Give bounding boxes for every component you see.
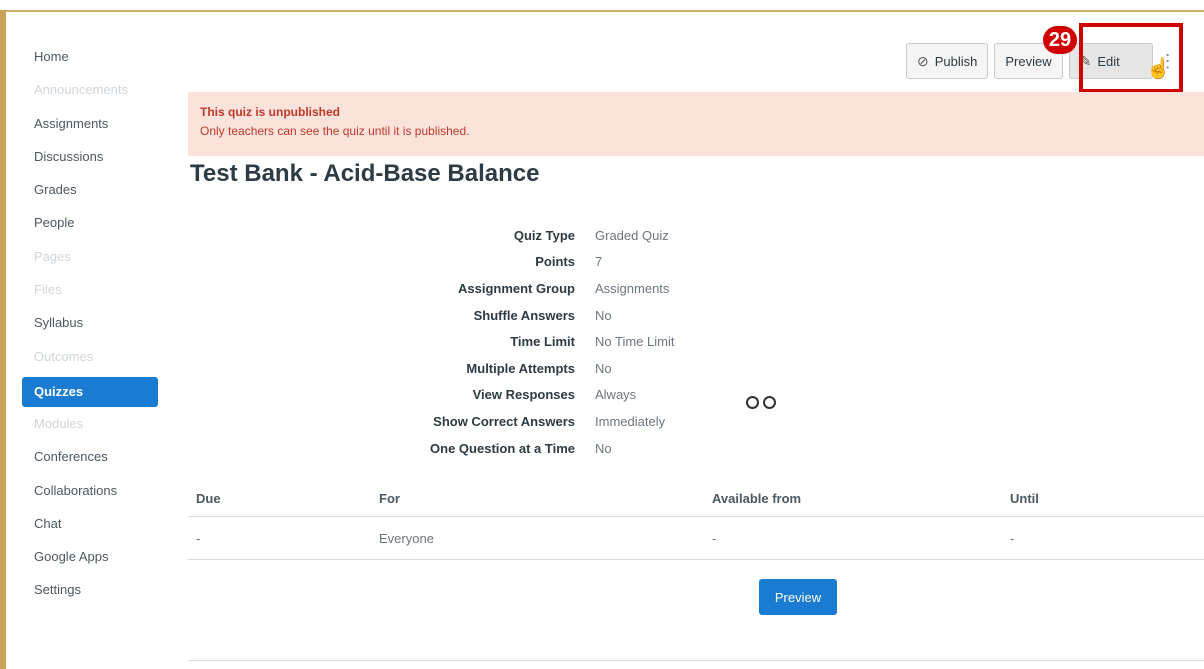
- loading-indicator-icon: [746, 396, 776, 409]
- detail-value: No Time Limit: [595, 334, 675, 350]
- detail-value: No: [595, 307, 612, 323]
- sidebar-item-home[interactable]: Home: [22, 44, 158, 70]
- detail-label: View Responses: [472, 387, 575, 403]
- detail-row-shuffle-answers: Shuffle Answers No: [380, 302, 674, 329]
- frame-left: [0, 10, 6, 669]
- detail-value: Immediately: [595, 413, 666, 429]
- frame-top: [0, 0, 1204, 12]
- sidebar-item-settings[interactable]: Settings: [22, 577, 158, 603]
- detail-row-view-responses: View Responses Always: [380, 382, 674, 409]
- preview-header-label: Preview: [1005, 53, 1052, 69]
- detail-row-one-question-at-a-time: One Question at a Time No: [380, 435, 674, 462]
- alert-text: Only teachers can see the quiz until it …: [200, 124, 470, 138]
- detail-label: Assignment Group: [457, 280, 575, 296]
- detail-row-show-correct-answers: Show Correct Answers Immediately: [380, 408, 674, 435]
- sidebar-item-announcements[interactable]: Announcements: [22, 77, 158, 103]
- sidebar-item-google-apps[interactable]: Google Apps: [22, 544, 158, 570]
- preview-button[interactable]: Preview: [759, 579, 837, 615]
- table-row: - Everyone - -: [188, 516, 1204, 560]
- column-header-available-from: Available from: [704, 480, 1002, 517]
- step-badge: 29: [1043, 26, 1077, 54]
- unpublished-alert: This quiz is unpublished Only teachers c…: [188, 92, 1204, 156]
- sidebar-item-pages[interactable]: Pages: [22, 244, 158, 270]
- sidebar-item-assignments[interactable]: Assignments: [22, 111, 158, 137]
- detail-label: One Question at a Time: [430, 440, 575, 456]
- sidebar-item-modules[interactable]: Modules: [22, 411, 158, 437]
- publish-button-label: Publish: [934, 53, 978, 69]
- column-header-due: Due: [188, 480, 371, 517]
- cell-available-from: -: [704, 516, 1002, 560]
- quiz-details: Quiz Type Graded Quiz Points 7 Assignmen…: [380, 222, 674, 461]
- cell-until: -: [1002, 516, 1204, 560]
- sidebar-item-collaborations[interactable]: Collaborations: [22, 478, 158, 504]
- hand-cursor-icon: ☝: [1146, 58, 1171, 80]
- detail-row-time-limit: Time Limit No Time Limit: [380, 328, 674, 355]
- detail-label: Time Limit: [510, 334, 575, 350]
- alert-title: This quiz is unpublished: [200, 105, 340, 119]
- column-header-until: Until: [1002, 480, 1204, 517]
- sidebar-item-discussions[interactable]: Discussions: [22, 144, 158, 170]
- sidebar-item-files[interactable]: Files: [22, 277, 158, 303]
- publish-button[interactable]: ⊘ Publish: [906, 43, 989, 79]
- cell-for: Everyone: [371, 516, 704, 560]
- detail-row-points: Points 7: [380, 249, 674, 276]
- unpublished-icon: ⊘: [917, 52, 929, 69]
- sidebar-item-chat[interactable]: Chat: [22, 511, 158, 537]
- detail-value: Assignments: [595, 280, 670, 296]
- table-header-row: Due For Available from Until: [188, 480, 1204, 517]
- detail-label: Show Correct Answers: [433, 413, 575, 429]
- detail-label: Points: [535, 254, 575, 270]
- detail-value: No: [595, 360, 612, 376]
- sidebar-item-quizzes[interactable]: Quizzes: [22, 376, 158, 407]
- sidebar-item-people[interactable]: People: [22, 210, 158, 236]
- divider: [188, 660, 1204, 661]
- page-title: Test Bank - Acid-Base Balance: [190, 160, 540, 187]
- detail-value: No: [595, 440, 612, 456]
- detail-row-multiple-attempts: Multiple Attempts No: [380, 355, 674, 382]
- due-dates-table: Due For Available from Until - Everyone …: [188, 480, 1204, 560]
- detail-value: Always: [595, 387, 637, 403]
- sidebar-item-outcomes[interactable]: Outcomes: [22, 344, 158, 370]
- sidebar-item-conferences[interactable]: Conferences: [22, 444, 158, 470]
- detail-value: Graded Quiz: [595, 227, 669, 243]
- sidebar-item-syllabus[interactable]: Syllabus: [22, 310, 158, 336]
- detail-row-assignment-group: Assignment Group Assignments: [380, 275, 674, 302]
- cell-due: -: [188, 516, 371, 560]
- detail-label: Shuffle Answers: [473, 307, 575, 323]
- detail-label: Multiple Attempts: [466, 360, 575, 376]
- detail-row-quiz-type: Quiz Type Graded Quiz: [380, 222, 674, 249]
- detail-label: Quiz Type: [513, 227, 575, 243]
- column-header-for: For: [371, 480, 704, 517]
- course-navigation: Home Announcements Assignments Discussio…: [22, 44, 158, 611]
- sidebar-item-grades[interactable]: Grades: [22, 177, 158, 203]
- detail-value: 7: [595, 254, 603, 270]
